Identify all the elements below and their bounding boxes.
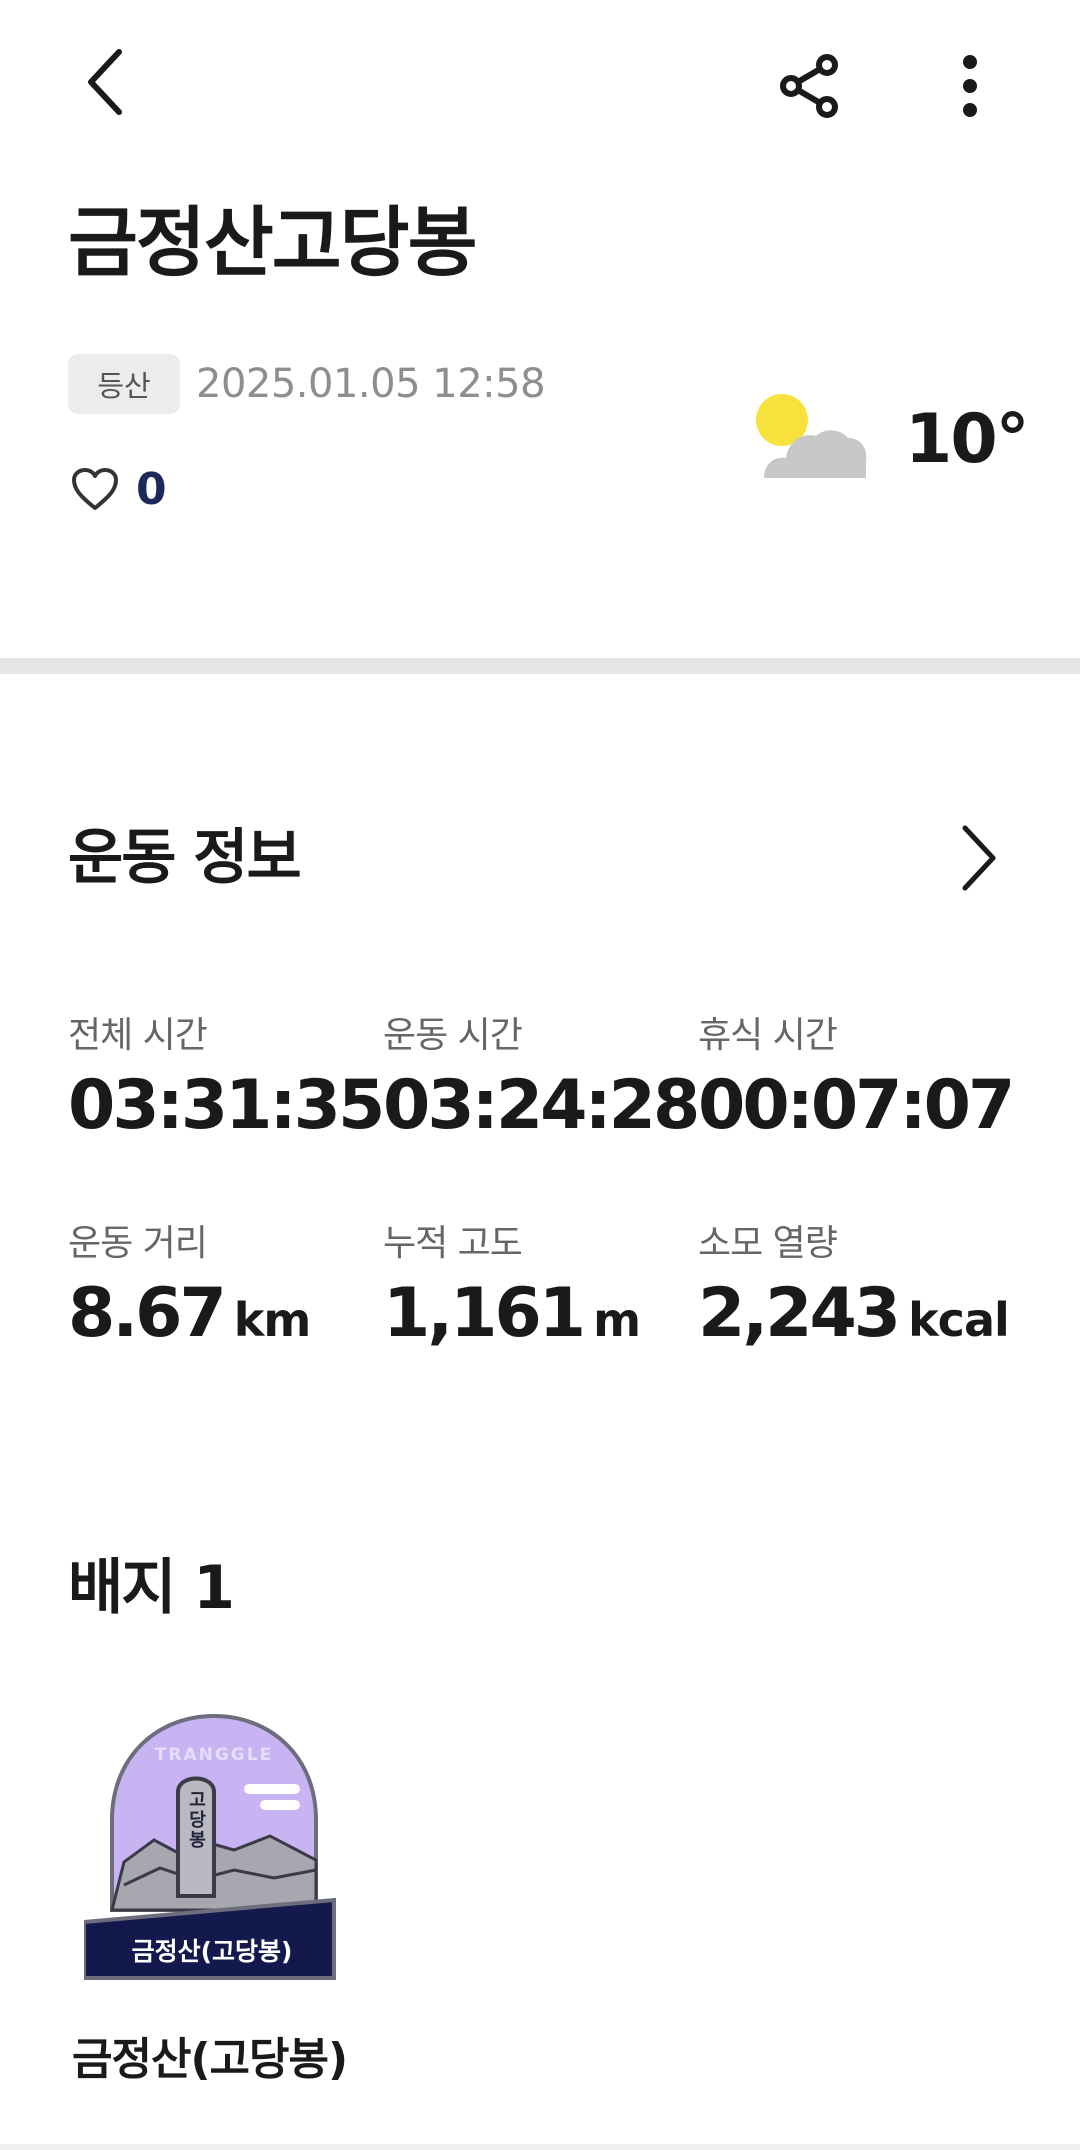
stat-label: 운동 거리	[68, 1223, 208, 1264]
more-vertical-icon	[963, 55, 977, 117]
stat-unit: kcal	[908, 1293, 1010, 1347]
badge-item[interactable]: TRANGGLE 고당봉 금정산(고당봉)	[82, 1710, 344, 1988]
stat-value: 03:31:35	[68, 1066, 385, 1145]
exercise-detail-button[interactable]	[944, 818, 1014, 898]
share-icon	[780, 54, 838, 118]
bottom-divider	[0, 2144, 1080, 2150]
stat-label: 누적 고도	[383, 1223, 523, 1264]
badge-section-title: 배지 1	[68, 1553, 235, 1623]
chevron-right-icon	[962, 825, 996, 891]
chevron-left-icon	[88, 49, 122, 115]
stat-label: 소모 열량	[698, 1223, 838, 1264]
mountain-badge-icon: TRANGGLE 고당봉 금정산(고당봉)	[82, 1713, 336, 1980]
stat-calories: 소모 열량 2,243 kcal	[698, 1222, 1010, 1360]
stat-value: 00:07:07	[698, 1066, 1015, 1145]
svg-text:고당봉: 고당봉	[186, 1790, 207, 1850]
stat-value: 03:24:28	[383, 1066, 700, 1145]
stat-value: 1,161 m	[383, 1274, 641, 1353]
stat-elevation: 누적 고도 1,161 m	[383, 1222, 641, 1360]
stat-unit: km	[233, 1293, 312, 1347]
more-button[interactable]	[935, 46, 1005, 126]
stat-distance: 운동 거리 8.67 km	[68, 1222, 312, 1360]
activity-type-tag: 등산	[68, 354, 180, 414]
activity-title: 금정산고당봉	[68, 198, 478, 287]
stat-exercise-time: 운동 시간 03:24:28	[383, 1014, 700, 1146]
heart-outline-icon	[72, 468, 118, 510]
section-divider	[0, 658, 1080, 674]
weather-widget	[752, 392, 872, 480]
stat-rest-time: 휴식 시간 00:07:07	[698, 1014, 1015, 1146]
like-button[interactable]	[68, 462, 122, 516]
back-button[interactable]	[70, 42, 140, 122]
temperature: 10°	[905, 400, 1030, 479]
stat-label: 전체 시간	[68, 1015, 208, 1056]
stat-label: 운동 시간	[383, 1015, 523, 1056]
svg-text:TRANGGLE: TRANGGLE	[155, 1745, 273, 1765]
share-button[interactable]	[770, 46, 850, 126]
stat-value: 2,243 kcal	[698, 1274, 1010, 1353]
stat-unit: m	[593, 1293, 641, 1347]
activity-datetime: 2025.01.05 12:58	[196, 361, 546, 407]
stat-label: 휴식 시간	[698, 1015, 838, 1056]
svg-text:금정산(고당봉): 금정산(고당봉)	[132, 1937, 293, 1966]
stat-value: 8.67 km	[68, 1274, 312, 1353]
partly-cloudy-icon	[756, 394, 867, 478]
stat-total-time: 전체 시간 03:31:35	[68, 1014, 385, 1146]
like-count: 0	[136, 464, 167, 515]
exercise-section-title: 운동 정보	[68, 823, 302, 893]
badge-name: 금정산(고당봉)	[72, 2034, 348, 2085]
